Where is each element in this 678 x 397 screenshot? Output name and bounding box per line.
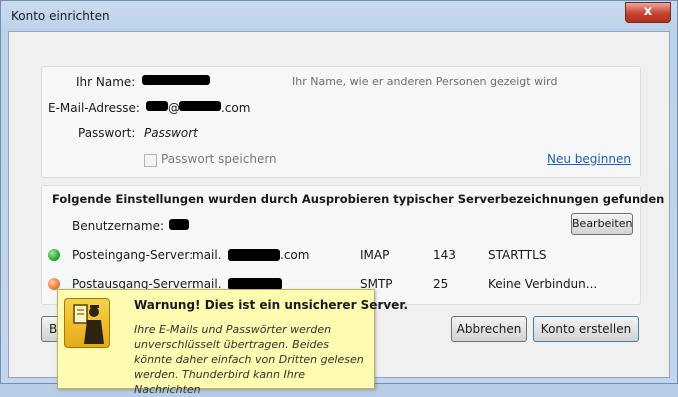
settings-heading: Folgende Einstellungen wurden durch Ausp… bbox=[52, 192, 665, 206]
email-user-redacted bbox=[146, 101, 168, 111]
incoming-protocol[interactable]: IMAP bbox=[360, 248, 389, 262]
security-guard-figure bbox=[73, 304, 104, 344]
cancel-button[interactable]: Abbrechen bbox=[451, 316, 527, 342]
restart-link[interactable]: Neu beginnen bbox=[547, 152, 631, 166]
incoming-port[interactable]: 143 bbox=[433, 248, 456, 262]
incoming-host-suffix: .com bbox=[280, 248, 310, 262]
security-warning-icon bbox=[64, 298, 110, 348]
incoming-status-icon bbox=[48, 249, 60, 261]
name-hint: Ihr Name, wie er anderen Personen gezeig… bbox=[292, 75, 558, 88]
incoming-host-redacted bbox=[228, 249, 280, 261]
warning-body: Ihre E-Mails und Passwörter werden unver… bbox=[134, 323, 364, 396]
email-domain-redacted bbox=[179, 101, 221, 111]
account-panel: Ihr Name: Ihr Name, wie er anderen Perso… bbox=[41, 66, 641, 178]
incoming-host-prefix: mail. bbox=[192, 248, 222, 262]
email-label: E-Mail-Adresse: bbox=[48, 101, 140, 115]
window-title: Konto einrichten bbox=[11, 9, 110, 23]
outgoing-port[interactable]: 25 bbox=[433, 277, 448, 291]
insecure-server-warning: Warnung! Dies ist ein unsicherer Server.… bbox=[57, 289, 408, 396]
incoming-server-host[interactable]: mail. .com bbox=[192, 248, 332, 264]
incoming-server-label: Posteingang-Server: bbox=[72, 248, 194, 262]
edit-button[interactable]: Bearbeiten bbox=[571, 213, 633, 235]
close-icon: x bbox=[643, 4, 653, 19]
password-label: Passwort: bbox=[78, 126, 136, 140]
dialog-window: Konto einrichten x Ihr Name: Ihr Name, w… bbox=[0, 0, 678, 396]
create-account-button[interactable]: Konto erstellen bbox=[533, 316, 639, 342]
username-label: Benutzername: bbox=[72, 219, 165, 233]
name-field[interactable] bbox=[142, 75, 210, 85]
title-bar: Konto einrichten x bbox=[1, 1, 677, 31]
remember-password-label: Passwort speichern bbox=[161, 152, 277, 166]
remember-password-checkbox[interactable] bbox=[144, 154, 157, 167]
outgoing-security[interactable]: Keine Verbindun... bbox=[488, 277, 597, 291]
username-field[interactable] bbox=[169, 219, 189, 230]
incoming-security[interactable]: STARTTLS bbox=[488, 248, 546, 262]
warning-title: Warnung! Dies ist ein unsicherer Server. bbox=[134, 298, 409, 312]
email-tld: .com bbox=[221, 101, 251, 115]
name-label: Ihr Name: bbox=[76, 75, 136, 89]
settings-panel: Folgende Einstellungen wurden durch Ausp… bbox=[41, 185, 664, 305]
close-button[interactable]: x bbox=[625, 2, 671, 23]
email-field[interactable]: @ .com bbox=[142, 98, 282, 116]
password-field[interactable]: Passwort bbox=[144, 126, 198, 140]
